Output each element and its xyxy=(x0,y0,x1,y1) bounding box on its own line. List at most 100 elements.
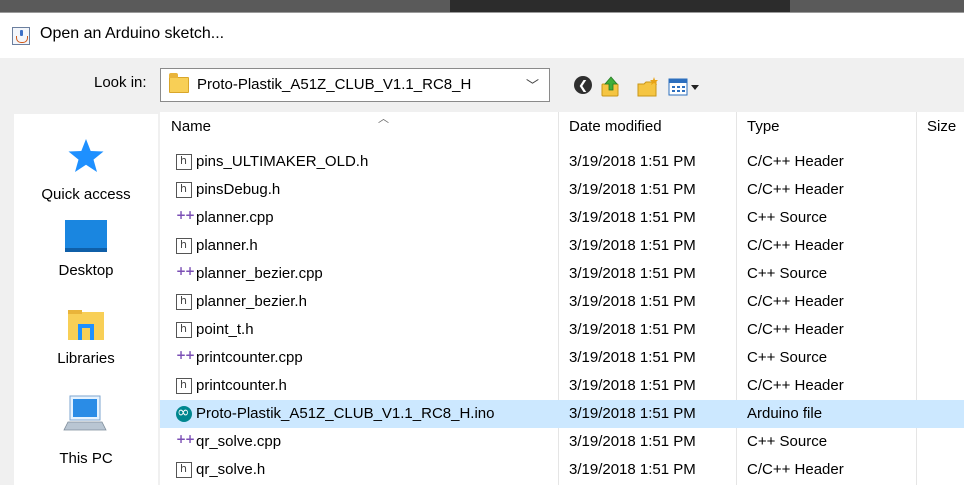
file-date: 3/19/2018 1:51 PM xyxy=(569,321,696,338)
file-name: planner_bezier.cpp xyxy=(196,265,323,282)
file-row[interactable]: planner_bezier.cpp 3/19/2018 1:51 PM C++… xyxy=(160,260,964,288)
open-sketch-dialog: Open an Arduino sketch... Look in: Proto… xyxy=(0,12,964,485)
cpp-file-icon xyxy=(176,348,194,366)
file-date: 3/19/2018 1:51 PM xyxy=(569,377,696,394)
file-name: pins_ULTIMAKER_OLD.h xyxy=(196,153,369,170)
place-label-desktop: Desktop xyxy=(58,262,114,279)
column-header-name[interactable]: Name xyxy=(171,118,211,135)
places-bar: Quick access Desktop Libraries This PC xyxy=(0,112,160,485)
back-icon: ❮ xyxy=(574,76,592,94)
place-label-this-pc: This PC xyxy=(59,450,113,467)
file-type: C++ Source xyxy=(747,349,828,366)
cpp-file-icon xyxy=(176,264,194,282)
file-list: Name ︿ Date modified Type Size pins_ULTI… xyxy=(160,112,964,485)
file-date: 3/19/2018 1:51 PM xyxy=(569,433,696,450)
file-row[interactable]: point_t.h 3/19/2018 1:51 PM C/C++ Header xyxy=(160,316,964,344)
file-date: 3/19/2018 1:51 PM xyxy=(569,461,696,478)
file-type: Arduino file xyxy=(747,405,823,422)
h-file-icon xyxy=(176,154,192,170)
h-file-icon xyxy=(176,322,192,338)
background-strip-dark xyxy=(450,0,790,12)
computer-icon xyxy=(63,395,107,431)
file-type: C/C++ Header xyxy=(747,461,844,478)
column-header-size[interactable]: Size xyxy=(927,118,956,135)
file-name: printcounter.h xyxy=(196,377,287,394)
file-name: qr_solve.h xyxy=(196,461,266,478)
file-type: C/C++ Header xyxy=(747,293,844,310)
new-folder-button[interactable] xyxy=(636,76,658,98)
file-date: 3/19/2018 1:51 PM xyxy=(569,293,696,310)
file-type: C/C++ Header xyxy=(747,181,844,198)
file-type: C/C++ Header xyxy=(747,377,844,394)
background-strip xyxy=(0,0,964,12)
file-date: 3/19/2018 1:51 PM xyxy=(569,209,696,226)
file-type: C++ Source xyxy=(747,209,828,226)
file-type: C++ Source xyxy=(747,265,828,282)
up-folder-icon xyxy=(601,76,619,97)
h-file-icon xyxy=(176,182,192,198)
file-row[interactable]: qr_solve.cpp 3/19/2018 1:51 PM C++ Sourc… xyxy=(160,428,964,456)
place-this-pc[interactable]: This PC xyxy=(14,386,158,476)
place-quick-access[interactable]: Quick access xyxy=(14,122,158,206)
folder-icon xyxy=(169,73,189,93)
arduino-file-icon xyxy=(176,403,192,422)
file-row[interactable]: planner_bezier.h 3/19/2018 1:51 PM C/C++… xyxy=(160,288,964,316)
views-menu-button[interactable] xyxy=(668,76,708,98)
h-file-icon xyxy=(176,462,192,478)
title-bar[interactable]: Open an Arduino sketch... xyxy=(0,12,964,58)
file-row[interactable]: printcounter.cpp 3/19/2018 1:51 PM C++ S… xyxy=(160,344,964,372)
file-type: C++ Source xyxy=(747,433,828,450)
file-row[interactable]: qr_solve.h 3/19/2018 1:51 PM C/C++ Heade… xyxy=(160,456,964,484)
file-name: point_t.h xyxy=(196,321,254,338)
file-row[interactable]: printcounter.h 3/19/2018 1:51 PM C/C++ H… xyxy=(160,372,964,400)
place-libraries[interactable]: Libraries xyxy=(14,298,158,382)
file-name: planner_bezier.h xyxy=(196,293,307,310)
file-date: 3/19/2018 1:51 PM xyxy=(569,181,696,198)
column-header-type[interactable]: Type xyxy=(747,118,780,135)
chevron-down-icon[interactable]: ﹀ xyxy=(526,75,539,94)
look-in-value: Proto-Plastik_A51Z_CLUB_V1.1_RC8_H xyxy=(197,76,472,93)
column-header-date-modified[interactable]: Date modified xyxy=(569,118,662,135)
file-date: 3/19/2018 1:51 PM xyxy=(569,405,696,422)
file-name: printcounter.cpp xyxy=(196,349,303,366)
cpp-file-icon xyxy=(176,208,194,226)
file-date: 3/19/2018 1:51 PM xyxy=(569,265,696,282)
places-list: Quick access Desktop Libraries This PC xyxy=(14,114,158,485)
place-label-libraries: Libraries xyxy=(57,350,115,367)
cpp-file-icon xyxy=(176,432,194,450)
file-row[interactable]: planner.cpp 3/19/2018 1:51 PM C++ Source xyxy=(160,204,964,232)
new-folder-icon xyxy=(637,77,658,97)
file-type: C/C++ Header xyxy=(747,237,844,254)
file-name: pinsDebug.h xyxy=(196,181,281,198)
file-name: planner.h xyxy=(196,237,258,254)
up-folder-button[interactable] xyxy=(600,76,622,98)
place-desktop[interactable]: Desktop xyxy=(14,210,158,294)
file-rows: pins_ULTIMAKER_OLD.h 3/19/2018 1:51 PM C… xyxy=(160,148,964,484)
sort-ascending-icon: ︿ xyxy=(378,113,389,125)
file-name: qr_solve.cpp xyxy=(196,433,282,450)
place-label-quick-access: Quick access xyxy=(41,186,131,203)
file-row[interactable]: pins_ULTIMAKER_OLD.h 3/19/2018 1:51 PM C… xyxy=(160,148,964,176)
h-file-icon xyxy=(176,238,192,254)
h-file-icon xyxy=(176,378,192,394)
look-in-combobox[interactable]: Proto-Plastik_A51Z_CLUB_V1.1_RC8_H ﹀ xyxy=(160,68,550,102)
file-row-selected[interactable]: Proto-Plastik_A51Z_CLUB_V1.1_RC8_H.ino 3… xyxy=(160,400,964,428)
h-file-icon xyxy=(176,294,192,310)
look-in-label: Look in: xyxy=(94,74,147,91)
file-date: 3/19/2018 1:51 PM xyxy=(569,237,696,254)
desktop-icon xyxy=(65,220,107,252)
java-app-icon xyxy=(12,27,30,45)
back-button[interactable]: ❮ xyxy=(572,76,594,98)
file-type: C/C++ Header xyxy=(747,153,844,170)
file-date: 3/19/2018 1:51 PM xyxy=(569,153,696,170)
file-row[interactable]: pinsDebug.h 3/19/2018 1:51 PM C/C++ Head… xyxy=(160,176,964,204)
window-title: Open an Arduino sketch... xyxy=(40,25,225,42)
file-name: planner.cpp xyxy=(196,209,274,226)
file-date: 3/19/2018 1:51 PM xyxy=(569,349,696,366)
look-in-toolbar: Look in: Proto-Plastik_A51Z_CLUB_V1.1_RC… xyxy=(0,58,964,112)
file-type: C/C++ Header xyxy=(747,321,844,338)
file-row[interactable]: planner.h 3/19/2018 1:51 PM C/C++ Header xyxy=(160,232,964,260)
star-icon xyxy=(68,139,104,172)
file-name: Proto-Plastik_A51Z_CLUB_V1.1_RC8_H.ino xyxy=(196,405,495,422)
views-menu-icon xyxy=(668,78,699,96)
